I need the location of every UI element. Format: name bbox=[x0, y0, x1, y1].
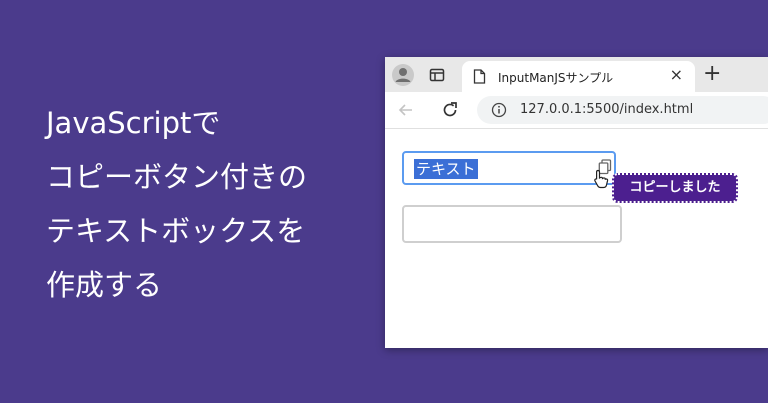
hand-cursor-icon bbox=[593, 169, 609, 193]
tab-active[interactable]: InputManJSサンプル × bbox=[462, 61, 695, 92]
reload-icon[interactable] bbox=[440, 100, 460, 124]
address-bar[interactable]: 127.0.0.1:5500/index.html bbox=[477, 96, 768, 124]
profile-icon[interactable] bbox=[392, 64, 414, 86]
document-icon bbox=[473, 69, 486, 88]
selected-text[interactable]: テキスト bbox=[414, 159, 478, 179]
back-arrow-icon[interactable] bbox=[397, 101, 415, 123]
close-icon[interactable]: × bbox=[670, 66, 683, 84]
tab-strip: InputManJSサンプル × + bbox=[385, 57, 768, 92]
copied-tooltip: コピーしました bbox=[612, 173, 738, 203]
headline-line-2: コピーボタン付きの bbox=[46, 160, 308, 194]
tab-actions-icon[interactable] bbox=[429, 67, 445, 83]
page-content: テキスト コピーしました bbox=[385, 129, 768, 348]
url-text: 127.0.0.1:5500/index.html bbox=[520, 102, 694, 117]
new-tab-button[interactable]: + bbox=[703, 61, 721, 87]
headline-line-3: テキストボックスを bbox=[46, 214, 306, 248]
empty-textbox[interactable] bbox=[402, 205, 622, 243]
toolbar: 127.0.0.1:5500/index.html bbox=[385, 92, 768, 129]
site-info-icon[interactable] bbox=[491, 102, 507, 122]
headline-line-1: JavaScriptで bbox=[46, 106, 221, 140]
tab-title: InputManJSサンプル bbox=[498, 71, 614, 85]
headline-line-4: 作成する bbox=[46, 268, 163, 302]
headline: JavaScriptで コピーボタン付きの テキストボックスを 作成する bbox=[46, 96, 307, 312]
browser-window: InputManJSサンプル × + 127.0.0.1:5500/index.… bbox=[385, 57, 768, 348]
copy-textbox[interactable]: テキスト bbox=[402, 151, 616, 185]
